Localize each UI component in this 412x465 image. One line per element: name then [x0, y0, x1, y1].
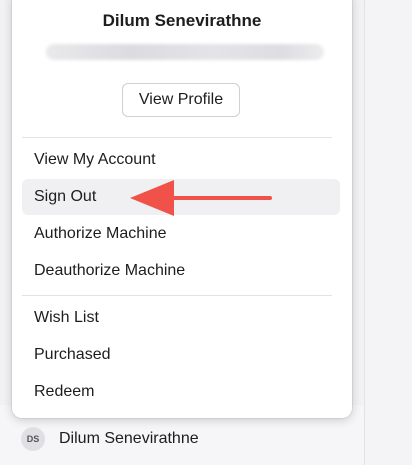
view-profile-button[interactable]: View Profile [122, 83, 240, 117]
account-name-heading: Dilum Senevirathne [102, 11, 262, 30]
menu-divider [22, 137, 332, 138]
menu-item-redeem[interactable]: Redeem [22, 374, 340, 410]
background-panel [364, 0, 412, 465]
avatar: DS [21, 427, 45, 451]
menu-divider [22, 295, 332, 296]
menu-item-authorize-machine[interactable]: Authorize Machine [22, 216, 340, 252]
menu-item-view-my-account[interactable]: View My Account [22, 142, 340, 178]
menu-item-deauthorize-machine[interactable]: Deauthorize Machine [22, 253, 340, 289]
redacted-email [46, 44, 324, 60]
menu-item-wish-list[interactable]: Wish List [22, 300, 340, 336]
menu-item-purchased[interactable]: Purchased [22, 337, 340, 373]
sidebar-account-button[interactable]: DS Dilum Senevirathne [21, 425, 199, 453]
left-arrow-icon [130, 180, 272, 216]
sidebar-account-name: Dilum Senevirathne [59, 430, 199, 447]
